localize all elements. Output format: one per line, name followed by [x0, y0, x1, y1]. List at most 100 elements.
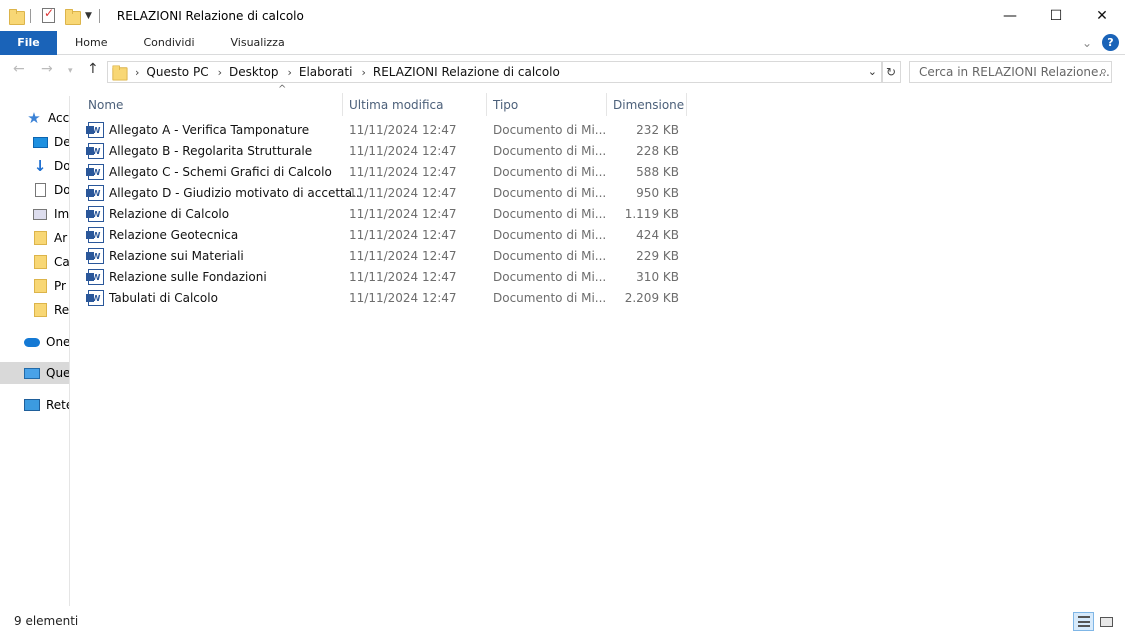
network-icon: [24, 397, 40, 413]
sidebar-item-label: Acc: [48, 111, 69, 125]
file-size: 229 KB: [636, 249, 679, 263]
file-type: Documento di Mi...: [493, 291, 607, 305]
chevron-right-icon[interactable]: ›: [218, 66, 222, 79]
expand-ribbon-icon[interactable]: ⌄: [1082, 36, 1092, 50]
column-header-row: ^ Nome Ultima modifica Tipo Dimensione: [71, 84, 1125, 116]
folder-icon: [112, 64, 128, 81]
file-size: 2.209 KB: [624, 291, 679, 305]
breadcrumb-elaborati[interactable]: Elaborati: [299, 65, 353, 79]
sidebar-item-folder[interactable]: Ca: [0, 251, 69, 273]
folder-icon: [32, 278, 48, 294]
column-header-type[interactable]: Tipo: [487, 93, 607, 116]
chevron-right-icon[interactable]: ›: [287, 66, 291, 79]
file-modified: 11/11/2024 12:47: [349, 144, 457, 158]
maximize-button[interactable]: ☐: [1033, 0, 1079, 31]
details-view-button[interactable]: [1073, 612, 1094, 631]
navigation-pane[interactable]: ★ Acc De ↓ Do Do Im Ar Ca Pr Re One Que: [0, 96, 70, 606]
properties-icon[interactable]: [42, 6, 55, 23]
divider: [30, 8, 31, 23]
file-type: Documento di Mi...: [493, 228, 607, 242]
forward-arrow-icon[interactable]: →: [41, 61, 53, 77]
sidebar-item-folder[interactable]: Ar: [0, 227, 69, 249]
chevron-right-icon[interactable]: ›: [361, 66, 365, 79]
large-icons-view-button[interactable]: [1096, 612, 1117, 631]
sidebar-item-this-pc[interactable]: Que: [0, 362, 69, 384]
help-icon[interactable]: ?: [1102, 34, 1119, 51]
sidebar-item-label: Pr: [54, 279, 66, 293]
sidebar-item-folder[interactable]: Re: [0, 299, 69, 321]
column-header-name[interactable]: Nome: [82, 93, 343, 116]
file-row[interactable]: W Relazione sulle Fondazioni 11/11/2024 …: [86, 267, 688, 288]
file-row[interactable]: W Relazione Geotecnica 11/11/2024 12:47 …: [86, 225, 688, 246]
file-row[interactable]: W Relazione di Calcolo 11/11/2024 12:47 …: [86, 204, 688, 225]
tab-share[interactable]: Condividi: [125, 31, 212, 55]
word-document-icon: W: [86, 269, 104, 285]
breadcrumb-this-pc[interactable]: Questo PC: [146, 65, 208, 79]
file-size: 310 KB: [636, 270, 679, 284]
sidebar-item-quick-access[interactable]: ★ Acc: [0, 107, 69, 129]
word-document-icon: W: [86, 290, 104, 306]
breadcrumb-desktop[interactable]: Desktop: [229, 65, 279, 79]
sidebar-item-pictures[interactable]: Im: [0, 203, 69, 225]
file-name: Allegato B - Regolarita Strutturale: [109, 144, 313, 158]
file-size: 950 KB: [636, 186, 679, 200]
sidebar-item-network[interactable]: Rete: [0, 394, 69, 416]
folder-icon: [32, 254, 48, 270]
word-document-icon: W: [86, 143, 104, 159]
file-modified: 11/11/2024 12:47: [349, 228, 457, 242]
file-type: Documento di Mi...: [493, 270, 607, 284]
column-header-modified[interactable]: Ultima modifica: [343, 93, 487, 116]
column-header-size[interactable]: Dimensione: [607, 93, 687, 116]
details-view-icon: [1077, 616, 1090, 627]
sidebar-item-label: Do: [54, 183, 69, 197]
chevron-right-icon[interactable]: ›: [135, 66, 139, 79]
file-row[interactable]: W Allegato D - Giudizio motivato di acce…: [86, 183, 688, 204]
file-size: 232 KB: [636, 123, 679, 137]
sidebar-item-onedrive[interactable]: One: [0, 331, 69, 353]
title-bar: ▼ RELAZIONI Relazione di calcolo — ☐ ✕: [0, 0, 1125, 31]
sidebar-item-label: Ca: [54, 255, 69, 269]
sidebar-item-desktop[interactable]: De: [0, 131, 69, 153]
status-item-count: 9 elementi: [14, 614, 79, 628]
file-row[interactable]: W Allegato B - Regolarita Strutturale 11…: [86, 141, 688, 162]
sidebar-item-folder[interactable]: Pr: [0, 275, 69, 297]
sidebar-item-label: Im: [54, 207, 69, 221]
search-icon[interactable]: ⌕: [1100, 64, 1107, 79]
onedrive-icon: [24, 334, 40, 350]
file-row[interactable]: W Allegato C - Schemi Grafici di Calcolo…: [86, 162, 688, 183]
ribbon-right: ⌄ ?: [1082, 34, 1119, 51]
file-size: 588 KB: [636, 165, 679, 179]
search-input[interactable]: Cerca in RELAZIONI Relazione... ⌕: [909, 61, 1112, 83]
back-arrow-icon[interactable]: ←: [13, 61, 25, 77]
file-modified: 11/11/2024 12:47: [349, 270, 457, 284]
file-size: 1.119 KB: [624, 207, 679, 221]
customize-toolbar-icon[interactable]: ▼: [85, 11, 92, 21]
breadcrumb-current[interactable]: RELAZIONI Relazione di calcolo: [373, 65, 560, 79]
chevron-down-icon[interactable]: ⌄: [868, 65, 877, 78]
file-modified: 11/11/2024 12:47: [349, 186, 457, 200]
sidebar-item-documents[interactable]: Do: [0, 179, 69, 201]
file-type: Documento di Mi...: [493, 123, 607, 137]
sidebar-item-downloads[interactable]: ↓ Do: [0, 155, 69, 177]
file-name: Relazione sulle Fondazioni: [109, 270, 267, 284]
tab-home[interactable]: Home: [57, 31, 125, 55]
file-row[interactable]: W Tabulati di Calcolo 11/11/2024 12:47 D…: [86, 288, 688, 309]
new-folder-icon[interactable]: [65, 8, 81, 25]
view-switcher: [1073, 612, 1117, 631]
recent-locations-icon[interactable]: ▾: [68, 66, 73, 76]
up-arrow-icon[interactable]: ↑: [87, 61, 99, 77]
minimize-button[interactable]: —: [987, 0, 1033, 31]
tab-view[interactable]: Visualizza: [213, 31, 303, 55]
file-row[interactable]: W Allegato A - Verifica Tamponature 11/1…: [86, 120, 688, 141]
close-button[interactable]: ✕: [1079, 0, 1125, 31]
divider: [98, 8, 100, 23]
file-type: Documento di Mi...: [493, 249, 607, 263]
file-modified: 11/11/2024 12:47: [349, 123, 457, 137]
address-row: ← → ▾ ↑ › Questo PC › Desktop › Elaborat…: [0, 56, 1125, 88]
refresh-button[interactable]: ↻: [881, 61, 901, 83]
address-bar[interactable]: › Questo PC › Desktop › Elaborati › RELA…: [107, 61, 883, 83]
quick-access-toolbar: ▼: [0, 6, 107, 25]
file-row[interactable]: W Relazione sui Materiali 11/11/2024 12:…: [86, 246, 688, 267]
sidebar-item-label: Que: [46, 366, 69, 380]
tab-file[interactable]: File: [0, 30, 57, 55]
